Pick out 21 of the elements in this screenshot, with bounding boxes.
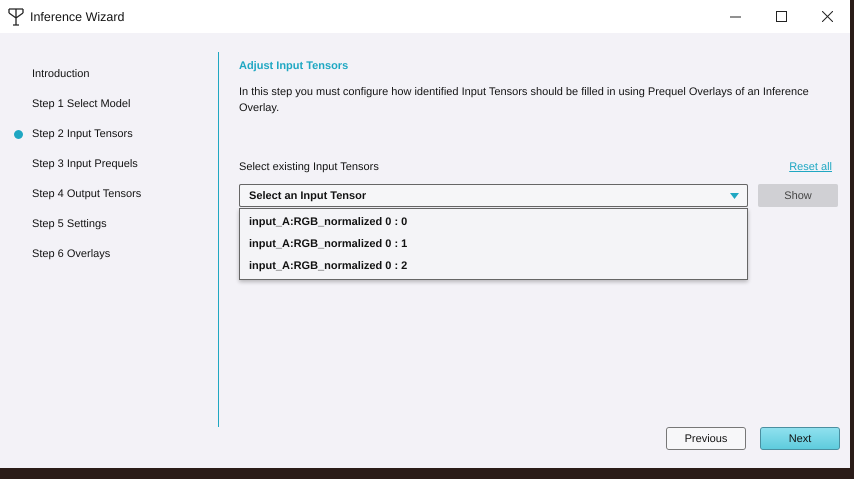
tensor-dropdown[interactable]: Select an Input Tensor: [239, 184, 748, 207]
select-label: Select existing Input Tensors: [239, 161, 379, 173]
maximize-icon: [776, 11, 786, 22]
step-link[interactable]: Step 2 Input Tensors: [32, 128, 133, 140]
dropdown-option[interactable]: input_A:RGB_normalized 0 : 2: [240, 255, 747, 277]
close-icon: [822, 11, 832, 22]
caret-icon: [730, 192, 739, 198]
step-link[interactable]: Step 4 Output Tensors: [32, 188, 142, 200]
next-button[interactable]: Next: [760, 427, 840, 450]
description-text: In this step you must configure how identified Input Tensors should be filled in using Prequel Overlays of an Inference Overlay.: [239, 85, 810, 116]
previous-button[interactable]: Previous: [666, 427, 746, 450]
step-link[interactable]: Introduction: [32, 68, 90, 80]
window-title: Inference Wizard: [30, 10, 126, 24]
dropdown-option[interactable]: input_A:RGB_normalized 0 : 0: [240, 211, 747, 233]
section-heading: Adjust Input Tensors: [239, 60, 350, 72]
step-link[interactable]: Step 5 Settings: [32, 218, 107, 230]
app-logo-icon: [8, 8, 24, 26]
step-link[interactable]: Step 6 Overlays: [32, 248, 110, 260]
step-link[interactable]: Step 3 Input Prequels: [32, 158, 138, 170]
dropdown-option[interactable]: input_A:RGB_normalized 0 : 1: [240, 233, 747, 255]
step-link[interactable]: Step 1 Select Model: [32, 98, 130, 110]
